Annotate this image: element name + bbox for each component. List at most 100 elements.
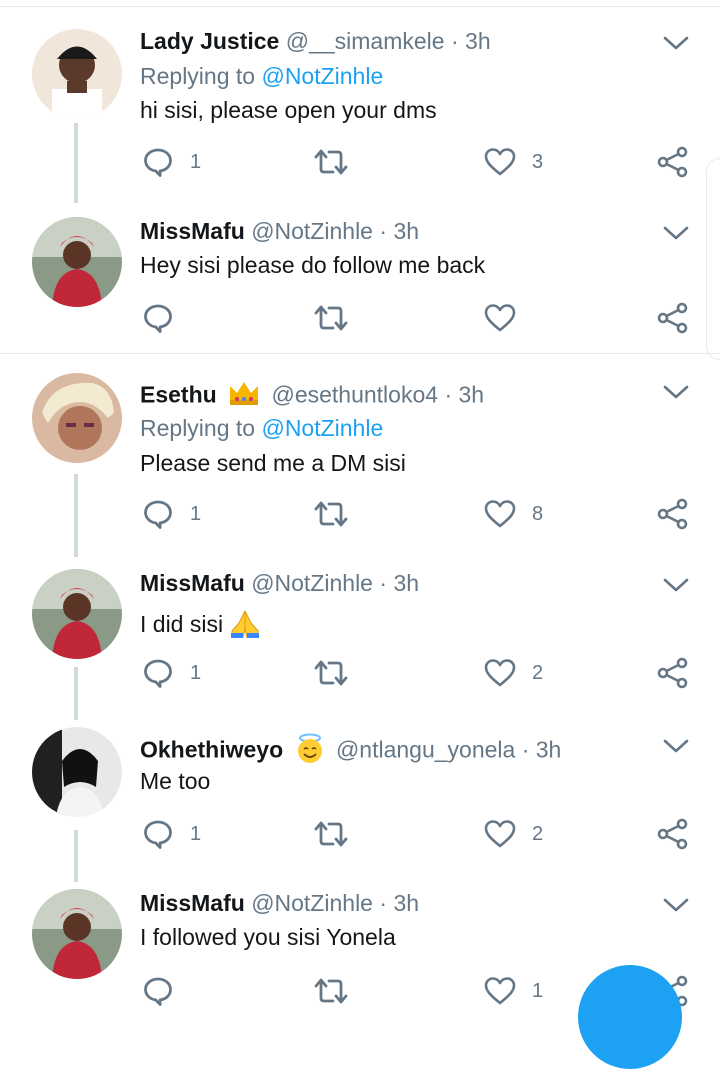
tweet-text: Me too xyxy=(140,768,211,794)
heart-icon xyxy=(484,657,516,689)
username[interactable]: @ntlangu_yonela xyxy=(336,737,515,763)
reply-button[interactable]: 1 xyxy=(142,142,201,182)
chevron-down-icon[interactable] xyxy=(662,895,690,915)
reply-button[interactable] xyxy=(142,298,174,338)
share-button[interactable] xyxy=(657,814,689,854)
replying-prefix: Replying to xyxy=(140,415,262,441)
share-button[interactable] xyxy=(657,142,689,182)
retweet-icon xyxy=(311,818,351,850)
reply-button[interactable]: 1 xyxy=(142,653,201,693)
reply-button[interactable] xyxy=(142,971,174,1011)
tweet-actions: 1 8 xyxy=(0,494,720,534)
display-name[interactable]: MissMafu xyxy=(140,890,245,916)
tweet-actions: 1 2 xyxy=(0,653,720,693)
like-button[interactable]: 3 xyxy=(484,142,543,182)
like-count: 2 xyxy=(532,822,544,845)
share-icon xyxy=(657,146,689,178)
chevron-down-icon[interactable] xyxy=(662,575,690,595)
username[interactable]: @NotZinhle xyxy=(251,890,373,916)
replying-to: Replying to @NotZinhle xyxy=(140,63,383,90)
mention-link[interactable]: @NotZinhle xyxy=(261,415,383,441)
like-button[interactable]: 1 xyxy=(484,971,543,1011)
retweet-button[interactable] xyxy=(311,814,351,854)
display-name[interactable]: Lady Justice xyxy=(140,28,279,54)
heart-icon xyxy=(484,818,516,850)
tweet-actions xyxy=(0,298,720,338)
chevron-down-icon[interactable] xyxy=(662,736,690,756)
username[interactable]: @NotZinhle xyxy=(251,218,373,244)
reply-icon xyxy=(142,146,174,178)
tweet-header: MissMafu @NotZinhle · 3h xyxy=(140,888,419,918)
share-button[interactable] xyxy=(657,653,689,693)
retweet-button[interactable] xyxy=(311,653,351,693)
chevron-down-icon[interactable] xyxy=(662,33,690,53)
avatar[interactable] xyxy=(32,727,122,817)
avatar[interactable] xyxy=(32,29,122,119)
retweet-icon xyxy=(311,498,351,530)
retweet-button[interactable] xyxy=(311,298,351,338)
username[interactable]: @NotZinhle xyxy=(251,570,373,596)
retweet-button[interactable] xyxy=(311,494,351,534)
avatar[interactable] xyxy=(32,889,122,979)
like-count: 8 xyxy=(532,502,544,525)
timestamp[interactable]: 3h xyxy=(393,218,419,244)
timestamp[interactable]: 3h xyxy=(465,28,491,54)
chevron-down-icon[interactable] xyxy=(662,223,690,243)
tweet-text: Hey sisi please do follow me back xyxy=(140,252,486,278)
avatar[interactable] xyxy=(32,373,122,463)
replying-to: Replying to @NotZinhle xyxy=(140,415,383,442)
timestamp[interactable]: 3h xyxy=(393,890,419,916)
tweet-text: I did sisi xyxy=(140,611,224,638)
avatar[interactable] xyxy=(32,569,122,659)
share-button[interactable] xyxy=(657,494,689,534)
timestamp[interactable]: 3h xyxy=(393,570,419,596)
replying-prefix: Replying to xyxy=(140,63,262,89)
like-count: 3 xyxy=(532,150,544,173)
smiling-halo-emoji xyxy=(294,732,326,771)
like-button[interactable]: 2 xyxy=(484,814,543,854)
share-button[interactable] xyxy=(657,298,689,338)
heart-icon xyxy=(484,975,516,1007)
heart-icon xyxy=(484,302,516,334)
retweet-icon xyxy=(311,302,351,334)
display-name[interactable]: MissMafu xyxy=(140,570,245,596)
compose-fab[interactable] xyxy=(578,965,682,1069)
tweet-text: I followed you sisi Yonela xyxy=(140,924,396,950)
display-name[interactable]: Okhethiweyo xyxy=(140,737,283,763)
tweet-header: Esethu @esethuntloko4 · 3h xyxy=(140,378,484,408)
top-divider xyxy=(0,0,720,7)
tweet-header: Lady Justice @__simamkele · 3h xyxy=(140,26,491,56)
retweet-button[interactable] xyxy=(311,971,351,1011)
retweet-icon xyxy=(311,975,351,1007)
like-button[interactable]: 2 xyxy=(484,653,543,693)
separator-dot: · xyxy=(379,218,388,244)
timestamp[interactable]: 3h xyxy=(459,382,485,408)
retweet-button[interactable] xyxy=(311,142,351,182)
reply-icon xyxy=(142,498,174,530)
reply-button[interactable]: 1 xyxy=(142,494,201,534)
mention-link[interactable]: @NotZinhle xyxy=(261,63,383,89)
share-icon xyxy=(657,818,689,850)
separator-dot: · xyxy=(379,570,388,596)
display-name[interactable]: MissMafu xyxy=(140,218,245,244)
retweet-icon xyxy=(311,657,351,689)
share-icon xyxy=(657,498,689,530)
reply-button[interactable]: 1 xyxy=(142,814,201,854)
reply-count: 1 xyxy=(190,822,202,845)
separator-dot: · xyxy=(521,736,530,763)
separator-dot: · xyxy=(444,381,453,408)
username[interactable]: @__simamkele xyxy=(286,28,445,54)
like-button[interactable]: 8 xyxy=(484,494,543,534)
username[interactable]: @esethuntloko4 xyxy=(271,382,438,408)
display-name[interactable]: Esethu xyxy=(140,382,217,408)
crown-emoji xyxy=(227,378,261,415)
like-count: 2 xyxy=(532,661,544,684)
timestamp[interactable]: 3h xyxy=(536,737,562,763)
avatar[interactable] xyxy=(32,217,122,307)
chevron-down-icon[interactable] xyxy=(662,382,690,402)
separator-dot: · xyxy=(379,890,388,916)
tweet-text: hi sisi, please open your dms xyxy=(140,97,437,123)
like-button[interactable] xyxy=(484,298,516,338)
tweet-actions: 1 2 xyxy=(0,814,720,854)
heart-icon xyxy=(484,498,516,530)
